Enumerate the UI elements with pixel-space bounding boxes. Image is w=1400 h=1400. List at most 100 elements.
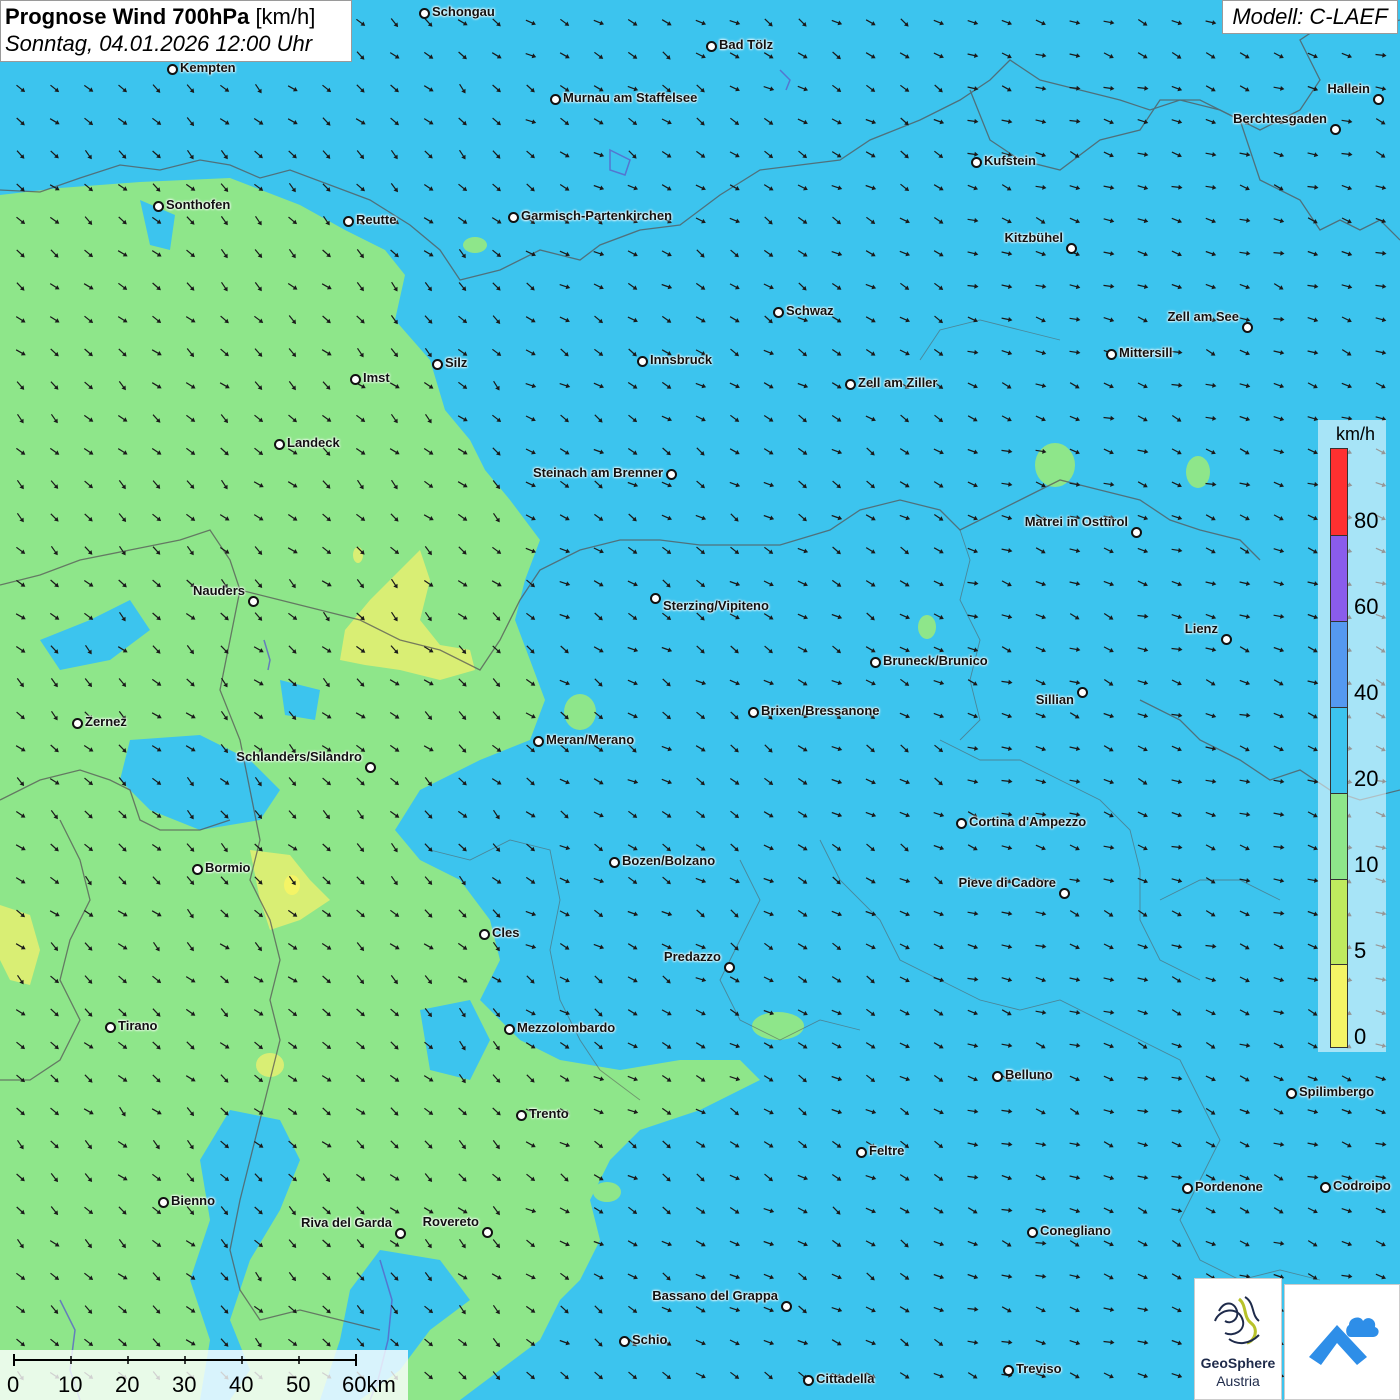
city-label: Kitzbühel — [1004, 230, 1064, 245]
wind-forecast-map: Prognose Wind 700hPa [km/h] Sonntag, 04.… — [0, 0, 1400, 1400]
city-marker — [1131, 527, 1142, 538]
city-label: Reutte — [356, 212, 397, 227]
city-label: Zernez — [85, 714, 127, 729]
city-marker — [158, 1197, 169, 1208]
city-label: Trento — [529, 1106, 569, 1121]
city-marker — [479, 929, 490, 940]
city-label: Matrei in Osttirol — [1024, 514, 1128, 529]
city-marker — [192, 864, 203, 875]
partner-logo — [1284, 1284, 1400, 1400]
scale-label-50: 50 — [286, 1372, 311, 1397]
scale-bar-line — [13, 1354, 357, 1366]
scale-label-20: 20 — [115, 1372, 140, 1397]
scale-label-0: 0 — [7, 1372, 20, 1397]
legend-swatch-20-40 — [1331, 707, 1347, 793]
city-label: Schlanders/Silandro — [236, 749, 362, 764]
city-marker — [609, 857, 620, 868]
city-marker — [619, 1336, 630, 1347]
city-label: Silz — [445, 355, 468, 370]
legend-label-20: 20 — [1354, 766, 1379, 791]
scale-label-30: 30 — [172, 1372, 197, 1397]
city-label: Zell am See — [1167, 309, 1239, 324]
city-label: Mezzolombardo — [517, 1020, 616, 1035]
wind-zone-10-20-patch — [752, 1012, 804, 1040]
city-label: Conegliano — [1040, 1223, 1111, 1238]
city-marker — [650, 593, 661, 604]
city-label: Bormio — [205, 860, 251, 875]
city-label: Schio — [632, 1332, 668, 1347]
city-label: Lienz — [1184, 621, 1218, 636]
wind-zone-0-5-patch — [284, 875, 300, 895]
legend-unit: km/h — [1336, 424, 1376, 444]
city-label: Sterzing/Vipiteno — [663, 598, 769, 613]
city-label: Kempten — [180, 60, 236, 75]
map-title-unit: [km/h] — [255, 4, 316, 29]
city-marker — [167, 64, 178, 75]
wind-zone-10-20-patch — [463, 237, 487, 253]
legend-label-40: 40 — [1354, 680, 1379, 705]
legend-swatch-40-60 — [1331, 621, 1347, 707]
city-label: Zell am Ziller — [858, 375, 938, 390]
city-label: Tirano — [118, 1018, 158, 1033]
mountain-cloud-icon — [1309, 1317, 1379, 1365]
wind-zone-10-20-patch — [918, 615, 936, 639]
city-label: Feltre — [869, 1143, 905, 1158]
city-marker — [1066, 243, 1077, 254]
city-label: Hallein — [1327, 81, 1370, 96]
wind-zone-10-20-patch — [564, 694, 596, 730]
legend-label-0: 0 — [1354, 1024, 1367, 1049]
city-marker — [773, 307, 784, 318]
city-marker — [803, 1375, 814, 1386]
city-marker — [482, 1227, 493, 1238]
city-label: Rovereto — [422, 1214, 479, 1229]
color-legend: km/h 80 60 40 20 10 5 0 — [1318, 420, 1386, 1052]
city-label: Riva del Garda — [300, 1215, 392, 1230]
city-label: Predazzo — [663, 949, 721, 964]
geosphere-logo-line2: Austria — [1216, 1373, 1260, 1389]
legend-label-60: 60 — [1354, 594, 1379, 619]
city-label: Schongau — [432, 4, 495, 19]
city-marker — [1182, 1183, 1193, 1194]
city-marker — [350, 374, 361, 385]
city-label: Murnau am Staffelsee — [563, 90, 698, 105]
city-marker — [870, 657, 881, 668]
city-marker — [248, 596, 259, 607]
wind-zone-0-5-patch — [256, 1053, 284, 1077]
city-marker — [504, 1024, 515, 1035]
city-marker — [1221, 634, 1232, 645]
city-marker — [508, 212, 519, 223]
city-label: Sillian — [1035, 692, 1074, 707]
geosphere-logo-line1: GeoSphere — [1200, 1355, 1276, 1371]
city-marker — [516, 1110, 527, 1121]
city-label: Berchtesgaden — [1233, 111, 1327, 126]
city-label: Nauders — [192, 583, 245, 598]
geosphere-emblem-icon — [1214, 1296, 1260, 1345]
city-label: Bad Tölz — [719, 37, 774, 52]
legend-swatch-80-plus — [1331, 449, 1347, 535]
city-marker — [956, 818, 967, 829]
map-title: Prognose Wind 700hPa [km/h] — [5, 4, 351, 30]
city-marker — [1027, 1227, 1038, 1238]
city-label: Treviso — [1016, 1361, 1062, 1376]
city-label: Belluno — [1005, 1067, 1053, 1082]
legend-label-5: 5 — [1354, 938, 1367, 963]
city-marker — [666, 469, 677, 480]
city-marker — [105, 1022, 116, 1033]
map-title-main: Prognose Wind 700hPa — [5, 4, 250, 29]
city-label: Pordenone — [1195, 1179, 1263, 1194]
city-marker — [1242, 322, 1253, 333]
city-marker — [1286, 1088, 1297, 1099]
city-marker — [432, 359, 443, 370]
city-marker — [1059, 888, 1070, 899]
city-marker — [856, 1147, 867, 1158]
city-marker — [274, 439, 285, 450]
map-title-box: Prognose Wind 700hPa [km/h] Sonntag, 04.… — [0, 0, 352, 62]
city-marker — [419, 8, 430, 19]
city-label: Innsbruck — [650, 352, 713, 367]
city-marker — [971, 157, 982, 168]
legend-swatch-10-20 — [1331, 793, 1347, 879]
city-label: Cortina d'Ampezzo — [969, 814, 1087, 829]
legend-colorbar — [1330, 448, 1348, 1048]
city-label: Kufstein — [984, 153, 1036, 168]
city-marker — [1373, 94, 1384, 105]
